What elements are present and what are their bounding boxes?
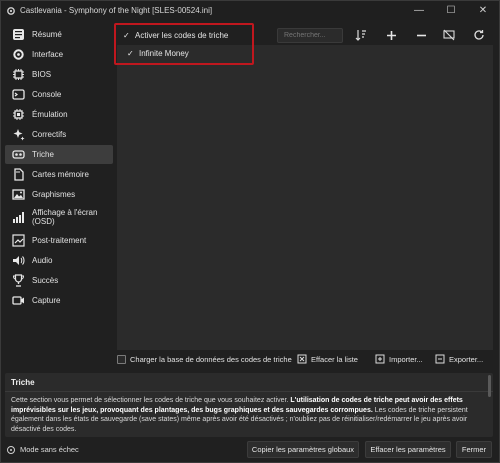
safe-mode-toggle[interactable]: Mode sans échec <box>7 445 79 454</box>
plus-icon <box>386 30 396 40</box>
load-cheat-db-label: Charger la base de données des codes de … <box>130 354 292 364</box>
sidebar-item-label: Console <box>32 90 62 99</box>
sidebar-item-label: BIOS <box>32 70 52 79</box>
clear-list-button[interactable]: Effacer la liste <box>297 352 358 366</box>
clear-settings-button[interactable]: Effacer les paramètres <box>365 441 451 458</box>
sidebar-item-interface[interactable]: Interface <box>5 45 113 64</box>
sidebar-item-cartes-memoire[interactable]: Cartes mémoire <box>5 165 113 184</box>
sidebar-item-osd[interactable]: Affichage à l'écran (OSD) <box>5 204 113 230</box>
safe-mode-label: Mode sans échec <box>20 445 79 454</box>
sidebar-item-label: Capture <box>32 296 61 305</box>
cheat-icon <box>8 145 28 164</box>
load-cheat-db-checkbox[interactable]: Charger la base de données des codes de … <box>117 352 292 366</box>
cheat-item-infinite-money[interactable]: ✓ Infinite Money <box>117 45 277 61</box>
sidebar-item-label: Graphismes <box>32 190 76 199</box>
checkmark-icon: ✓ <box>123 30 130 40</box>
description-text: Cette section vous permet de sélectionne… <box>11 396 487 436</box>
sidebar-item-succes[interactable]: Succès <box>5 271 113 290</box>
window-title: Castlevania - Symphony of the Night [SLE… <box>20 6 213 15</box>
summary-icon <box>8 25 28 44</box>
checkbox-box <box>117 354 126 364</box>
checkmark-icon: ✓ <box>127 48 134 58</box>
memory-card-icon <box>8 165 28 184</box>
sidebar-item-label: Résumé <box>32 30 62 39</box>
settings-window: Castlevania - Symphony of the Night [SLE… <box>0 0 500 463</box>
clear-list-label: Effacer la liste <box>311 354 358 364</box>
minimize-button[interactable]: — <box>403 1 435 20</box>
sidebar-item-label: Affichage à l'écran (OSD) <box>32 208 98 226</box>
add-cheat-button[interactable] <box>381 26 401 44</box>
console-icon <box>8 85 28 104</box>
sidebar-item-graphismes[interactable]: Graphismes <box>5 185 113 204</box>
sidebar-item-emulation[interactable]: Émulation <box>5 105 113 124</box>
sidebar-item-label: Audio <box>32 256 53 265</box>
cheat-item-label: Infinite Money <box>139 48 189 58</box>
enable-cheats-checkbox[interactable]: ✓ Activer les codes de triche <box>117 25 277 45</box>
toggle-icon <box>7 445 15 454</box>
description-scrollbar[interactable] <box>488 375 491 397</box>
sidebar-item-triche[interactable]: Triche <box>5 145 113 164</box>
export-button[interactable]: Exporter... <box>435 352 483 366</box>
trophy-icon <box>8 271 28 290</box>
sidebar-item-label: Triche <box>32 150 54 159</box>
sidebar-item-label: Correctifs <box>32 130 67 139</box>
window-controls: — ☐ ✕ <box>403 1 499 20</box>
enable-cheats-label: Activer les codes de triche <box>135 30 229 40</box>
chip-icon <box>8 65 28 84</box>
remove-cheat-button[interactable] <box>411 26 431 44</box>
search-input[interactable] <box>277 28 343 43</box>
import-button[interactable]: Importer... <box>375 352 423 366</box>
import-label: Importer... <box>389 354 423 364</box>
post-processing-icon <box>8 231 28 250</box>
sidebar-item-resume[interactable]: Résumé <box>5 25 113 44</box>
sidebar-item-post-traitement[interactable]: Post-traitement <box>5 231 113 250</box>
description-title: Triche <box>11 378 35 387</box>
clear-icon <box>297 354 307 364</box>
refresh-icon <box>474 30 484 40</box>
sidebar-item-correctifs[interactable]: Correctifs <box>5 125 113 144</box>
sidebar-item-label: Émulation <box>32 110 68 119</box>
minus-icon <box>416 34 426 36</box>
interface-icon <box>8 45 28 64</box>
speaker-icon <box>8 251 28 270</box>
gear-icon <box>6 6 16 16</box>
disable-all-button[interactable] <box>439 26 459 44</box>
copy-global-settings-button[interactable]: Copier les paramètres globaux <box>247 441 359 458</box>
sidebar-item-audio[interactable]: Audio <box>5 251 113 270</box>
sidebar-item-label: Succès <box>32 276 59 285</box>
sparkle-icon <box>8 125 28 144</box>
export-icon <box>435 354 445 364</box>
sort-icon <box>355 30 366 41</box>
cheat-list[interactable] <box>117 45 493 350</box>
sidebar-item-label: Cartes mémoire <box>32 170 89 179</box>
sidebar-item-label: Post-traitement <box>32 236 87 245</box>
camera-icon <box>8 291 28 310</box>
maximize-button[interactable]: ☐ <box>435 1 467 20</box>
emulation-icon <box>8 105 28 124</box>
sidebar-item-bios[interactable]: BIOS <box>5 65 113 84</box>
sidebar-item-capture[interactable]: Capture <box>5 291 113 310</box>
osd-icon <box>8 208 28 227</box>
sidebar-item-label: Interface <box>32 50 64 59</box>
import-icon <box>375 354 385 364</box>
screen-off-icon <box>443 29 455 41</box>
sort-button[interactable] <box>351 26 371 44</box>
settings-sidebar: Résumé Interface BIOS Console Émulation … <box>5 25 113 343</box>
export-label: Exporter... <box>449 354 484 364</box>
reload-button[interactable] <box>469 26 489 44</box>
title-bar: Castlevania - Symphony of the Night [SLE… <box>1 1 499 20</box>
description-divider <box>5 391 493 392</box>
sidebar-item-console[interactable]: Console <box>5 85 113 104</box>
close-dialog-button[interactable]: Fermer <box>456 441 492 458</box>
image-icon <box>8 185 28 204</box>
close-button[interactable]: ✕ <box>467 1 499 20</box>
description-text-part: Cette section vous permet de sélectionne… <box>11 397 291 404</box>
